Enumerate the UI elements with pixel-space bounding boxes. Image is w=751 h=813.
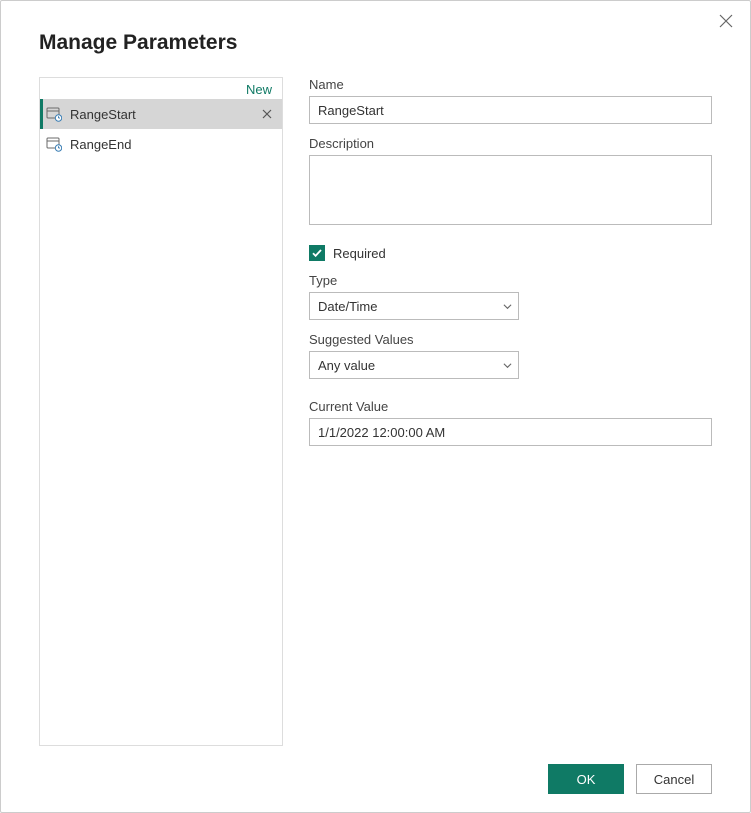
dialog-footer: OK Cancel	[29, 746, 722, 794]
parameter-form: Name Description Required Type Date/Time…	[309, 77, 712, 746]
new-parameter-link[interactable]: New	[246, 82, 272, 97]
sidebar-header: New	[40, 78, 282, 99]
suggested-values-label: Suggested Values	[309, 332, 712, 347]
chevron-down-icon	[503, 361, 512, 370]
dialog-body: New RangeStart	[39, 77, 712, 746]
current-value-input[interactable]	[309, 418, 712, 446]
description-label: Description	[309, 136, 712, 151]
parameter-icon	[46, 106, 62, 122]
parameter-item-rangeend[interactable]: RangeEnd	[40, 129, 282, 159]
manage-parameters-dialog: Manage Parameters New RangeStart	[0, 0, 751, 813]
chevron-down-icon	[503, 302, 512, 311]
cancel-button[interactable]: Cancel	[636, 764, 712, 794]
delete-parameter-icon[interactable]	[260, 107, 274, 121]
name-input[interactable]	[309, 96, 712, 124]
parameter-list: New RangeStart	[39, 77, 283, 746]
dialog-title: Manage Parameters	[39, 31, 712, 55]
ok-button[interactable]: OK	[548, 764, 624, 794]
parameter-item-label: RangeStart	[70, 107, 252, 122]
parameter-item-rangestart[interactable]: RangeStart	[40, 99, 282, 129]
parameter-icon	[46, 136, 62, 152]
type-label: Type	[309, 273, 712, 288]
description-input[interactable]	[309, 155, 712, 225]
suggested-values-select-value: Any value	[318, 358, 375, 373]
required-label: Required	[333, 246, 386, 261]
name-label: Name	[309, 77, 712, 92]
parameter-item-label: RangeEnd	[70, 137, 274, 152]
type-select-value: Date/Time	[318, 299, 377, 314]
required-checkbox-row: Required	[309, 245, 712, 261]
current-value-label: Current Value	[309, 399, 712, 414]
close-icon[interactable]	[716, 11, 736, 31]
required-checkbox[interactable]	[309, 245, 325, 261]
suggested-values-select[interactable]: Any value	[309, 351, 519, 379]
type-select[interactable]: Date/Time	[309, 292, 519, 320]
